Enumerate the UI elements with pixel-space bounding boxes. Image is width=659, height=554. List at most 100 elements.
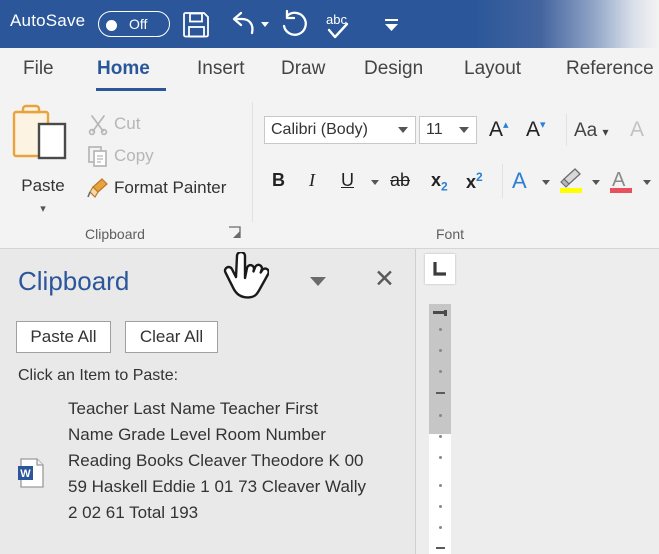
tab-design[interactable]: Design [364, 58, 423, 80]
close-icon[interactable]: ✕ [374, 267, 395, 292]
autosave-toggle[interactable]: Off [98, 11, 170, 37]
ruler-tick-major [436, 547, 445, 549]
underline-button[interactable]: U [341, 170, 354, 191]
ruler-tick [439, 526, 442, 529]
strikethrough-button[interactable]: ab [390, 170, 410, 191]
copy-icon [86, 144, 110, 168]
text-effects-dropdown-caret[interactable] [542, 180, 550, 185]
chevron-down-icon[interactable] [310, 277, 326, 286]
clear-formatting-button[interactable]: A [630, 118, 644, 142]
font-name-value: Calibri (Body) [271, 121, 368, 138]
clipboard-task-pane: Clipboard ✕ Paste All Clear All Click an… [0, 249, 416, 554]
ruler-tick [439, 414, 442, 417]
underline-label: U [341, 170, 354, 190]
italic-label: I [309, 170, 315, 190]
font-color-dropdown-caret[interactable] [643, 180, 651, 185]
superscript-label: x [466, 172, 477, 192]
highlighter-icon [560, 168, 582, 193]
tab-file[interactable]: File [23, 58, 54, 80]
ruler-tick [439, 370, 442, 373]
clipboard-pane-title: Clipboard [18, 266, 130, 296]
svg-text:W: W [20, 468, 31, 480]
ribbon: Paste ▾ Cut Copy Format Painter Clipboar… [0, 94, 659, 249]
subscript-button[interactable]: x2 [431, 170, 448, 194]
format-painter-label: Format Painter [114, 178, 227, 197]
paste-icon [12, 104, 67, 160]
word-document-icon: W [17, 457, 47, 489]
svg-text:abc: abc [326, 12, 347, 27]
clipboard-item[interactable]: Teacher Last Name Teacher First Name Gra… [68, 396, 368, 526]
copy-label: Copy [114, 146, 154, 165]
left-tab-stop-icon[interactable] [425, 254, 455, 284]
font-size-combobox[interactable]: 11 [419, 116, 477, 144]
title-bar: AutoSave Off abc [0, 0, 659, 48]
subscript-label: x [431, 170, 442, 190]
bold-label: B [272, 170, 285, 190]
strikethrough-label: ab [390, 170, 411, 190]
clear-all-button[interactable]: Clear All [125, 321, 218, 353]
ruler-tick [439, 484, 442, 487]
paste-button[interactable]: Paste ▾ [8, 102, 78, 222]
change-case-button[interactable]: Aa ▾ [574, 120, 609, 142]
group-separator-font-inner [566, 114, 567, 146]
document-ruler-area [416, 249, 659, 554]
text-highlight-color-button[interactable] [558, 166, 584, 199]
paintbrush-icon [86, 176, 110, 200]
autosave-state-label: Off [129, 16, 148, 32]
spelling-check-icon[interactable]: abc [323, 8, 357, 40]
superscript-button[interactable]: x2 [466, 170, 483, 193]
clipboard-dialog-launcher[interactable] [228, 226, 242, 240]
font-group-label: Font [435, 226, 464, 242]
scissors-icon [86, 112, 110, 136]
clipboard-pane-hint: Click an Item to Paste: [18, 367, 179, 384]
undo-dropdown-icon[interactable] [258, 8, 272, 40]
svg-text:A: A [612, 169, 626, 191]
autosave-toggle-knob [106, 20, 117, 31]
group-separator-font-inner2 [502, 164, 503, 198]
font-size-value: 11 [426, 121, 443, 138]
ruler-tick [439, 435, 442, 438]
font-color-icon: A [610, 169, 632, 193]
underline-dropdown-caret[interactable] [371, 180, 379, 185]
change-case-label: Aa [574, 120, 598, 141]
subscript-sub: 2 [441, 179, 448, 194]
top-margin-marker[interactable] [433, 305, 447, 316]
ruler-tick-major [436, 392, 445, 394]
undo-icon[interactable] [228, 8, 262, 40]
font-name-combobox[interactable]: Calibri (Body) [264, 116, 416, 144]
tab-references[interactable]: Reference [566, 58, 654, 80]
ribbon-tab-strip: File Home Insert Draw Design Layout Refe… [0, 48, 659, 94]
chevron-down-icon [459, 127, 469, 133]
tab-draw[interactable]: Draw [281, 58, 325, 80]
paste-dropdown-caret[interactable]: ▾ [8, 202, 78, 215]
bold-button[interactable]: B [272, 170, 285, 191]
active-tab-underline [96, 88, 166, 91]
tab-insert[interactable]: Insert [197, 58, 245, 80]
italic-button[interactable]: I [309, 170, 315, 191]
grow-font-label: A [489, 118, 504, 141]
text-effects-label: A [512, 168, 527, 193]
highlight-dropdown-caret[interactable] [592, 180, 600, 185]
vertical-ruler[interactable] [429, 304, 451, 554]
ruler-tick [439, 349, 442, 352]
chevron-down-icon [398, 127, 408, 133]
ruler-tick [439, 456, 442, 459]
word-application-window: AutoSave Off abc File Home Insert Draw D… [0, 0, 659, 554]
tab-home[interactable]: Home [97, 58, 150, 80]
group-separator-clipboard [252, 102, 253, 222]
ruler-tick [439, 505, 442, 508]
shrink-font-label: A [526, 118, 541, 141]
tab-layout[interactable]: Layout [464, 58, 521, 80]
grow-font-button[interactable]: A▴ [489, 118, 509, 142]
ruler-tick [439, 328, 442, 331]
cut-label: Cut [114, 114, 141, 133]
font-color-button[interactable]: A [608, 166, 634, 199]
ruler-page-zone [429, 434, 451, 554]
customize-quick-access-toolbar-icon[interactable] [375, 8, 409, 40]
redo-icon[interactable] [278, 8, 312, 40]
text-effects-button[interactable]: A [512, 168, 527, 194]
clear-formatting-label: A [630, 118, 645, 141]
save-icon[interactable] [180, 8, 214, 40]
paste-all-button[interactable]: Paste All [16, 321, 111, 353]
shrink-font-button[interactable]: A▾ [526, 118, 546, 142]
